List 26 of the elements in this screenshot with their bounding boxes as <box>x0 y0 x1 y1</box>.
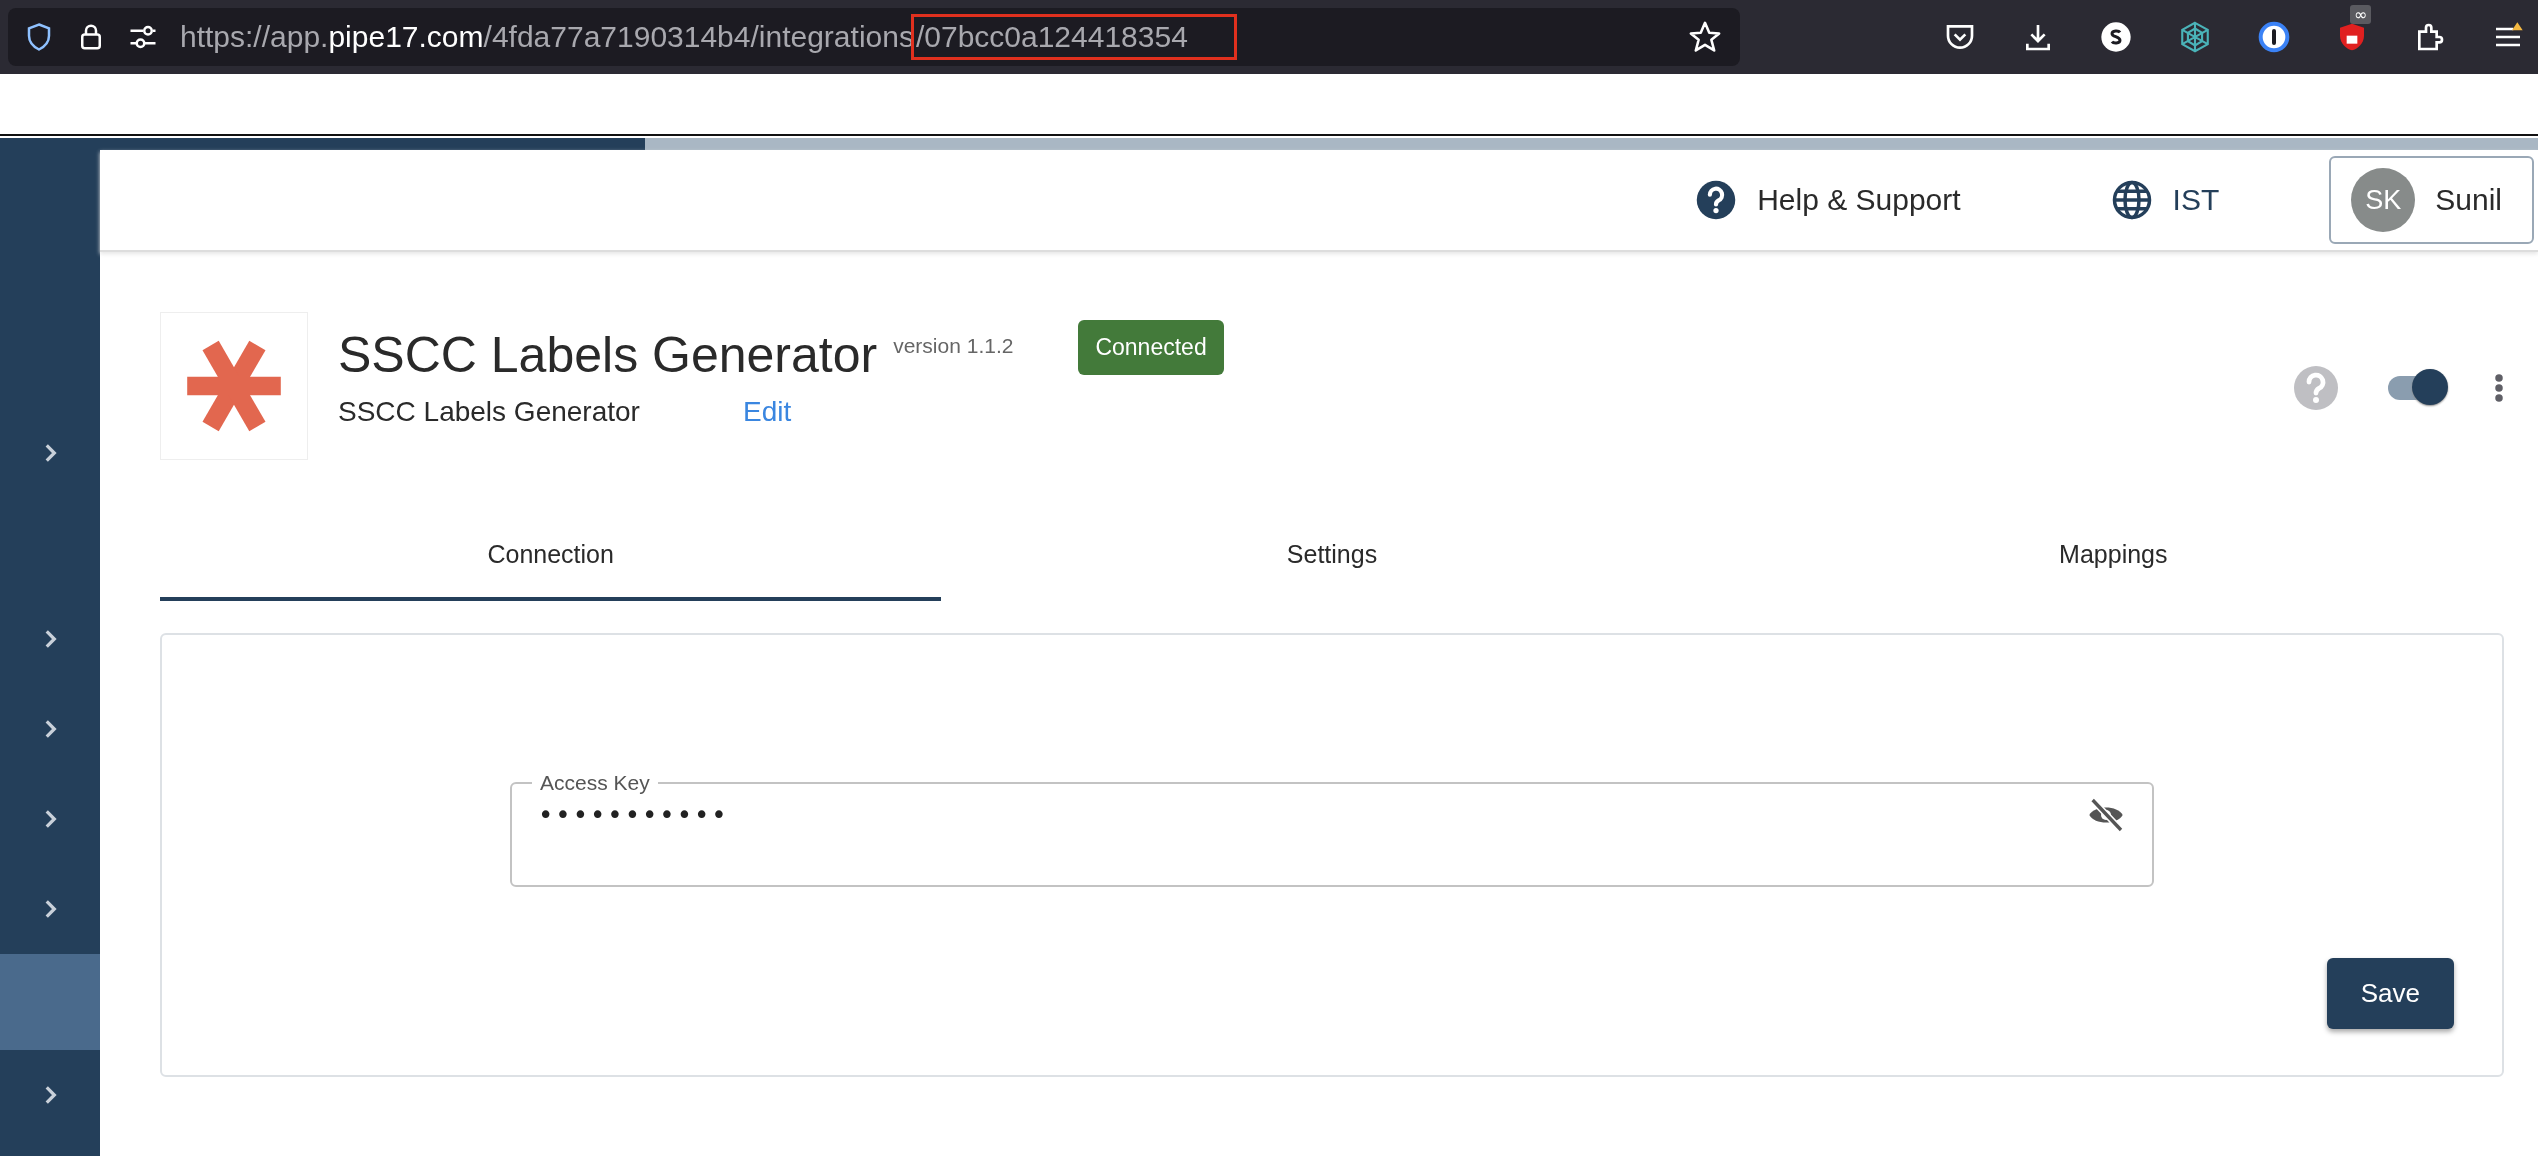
integration-title: SSCC Labels Generator <box>338 326 878 384</box>
keyhole-icon[interactable] <box>2258 21 2290 53</box>
url-text: pipe17.com <box>328 19 484 55</box>
timezone-selector[interactable]: IST <box>2110 179 2220 221</box>
star-icon[interactable] <box>1688 20 1722 54</box>
version-label: version 1.1.2 <box>893 334 1014 358</box>
user-avatar: SK <box>2351 168 2416 232</box>
web-icon[interactable] <box>2178 20 2212 54</box>
tab[interactable]: Mappings <box>1722 528 2504 601</box>
globe-icon <box>2110 179 2153 221</box>
help-support-link[interactable]: Help & Support <box>1695 179 1961 221</box>
tab[interactable]: Settings <box>941 528 1723 601</box>
help-icon <box>1695 179 1738 221</box>
highlighted-url-segment: /07bcc0a124418354 <box>913 17 1234 57</box>
address-bar[interactable]: https://app.pipe17.com/4fda77a7190314b4/integrations/07bcc0a124418354 <box>8 8 1740 66</box>
url-text: /4fda77a7190314b4/integrations <box>483 19 914 55</box>
save-button[interactable]: Save <box>2326 958 2454 1029</box>
more-vertical-icon[interactable] <box>2494 373 2504 403</box>
edit-link[interactable]: Edit <box>743 396 792 428</box>
status-badge: Connected <box>1078 320 1224 375</box>
s-circle-icon[interactable] <box>2100 21 2132 53</box>
tab[interactable]: Connection <box>160 528 942 601</box>
extension-badge: ∞ <box>2350 5 2372 24</box>
integration-subtitle: SSCC Labels Generator <box>338 396 641 428</box>
user-menu-button[interactable]: SK Sunil <box>2329 156 2534 244</box>
url-text: https://app. <box>180 19 329 55</box>
